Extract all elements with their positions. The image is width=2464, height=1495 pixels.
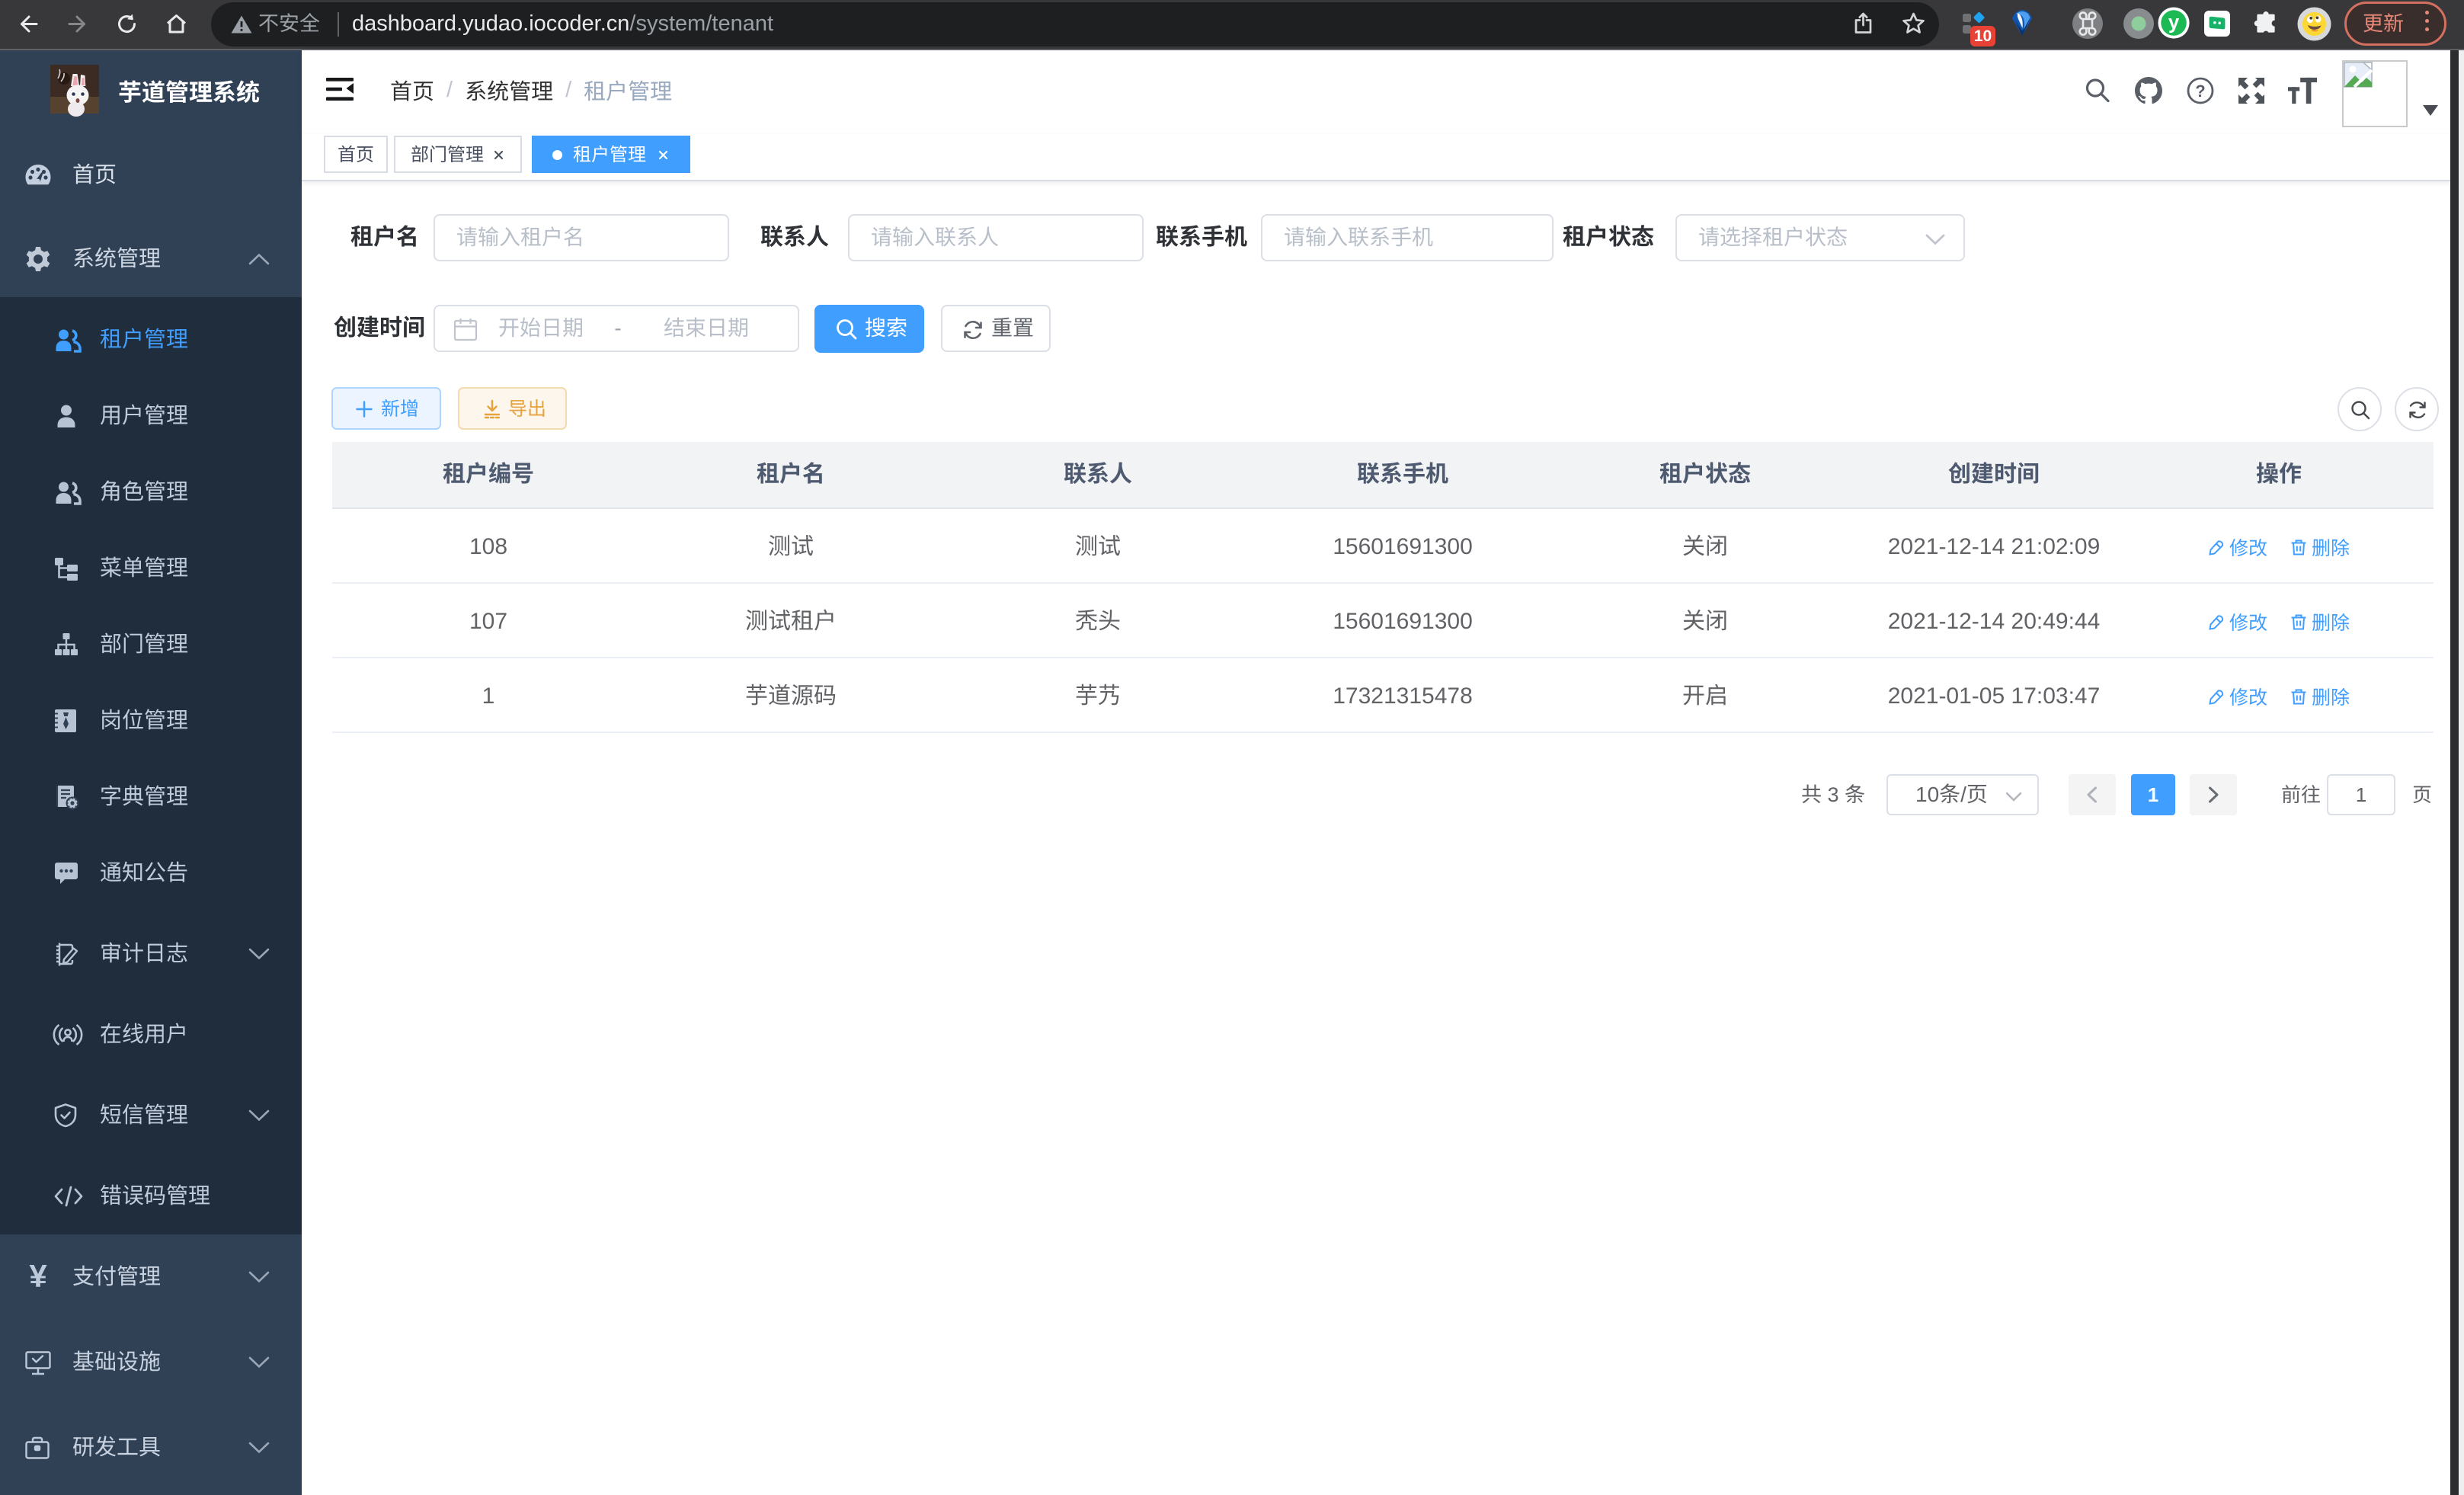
svg-text:?: ? — [2195, 82, 2205, 101]
svg-text:y: y — [2168, 12, 2180, 34]
svg-text:¥: ¥ — [29, 1258, 47, 1294]
